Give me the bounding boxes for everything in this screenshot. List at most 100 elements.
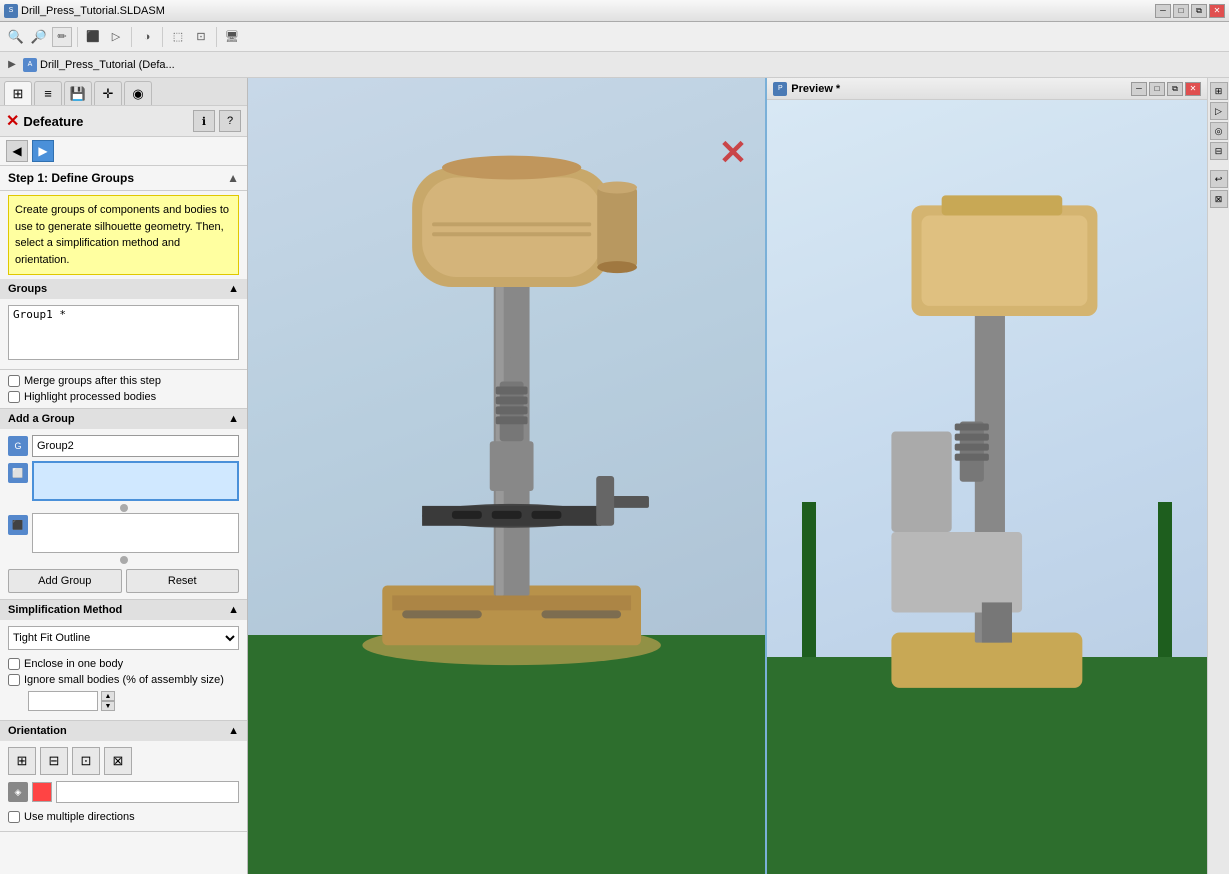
merge-checkbox-row: Merge groups after this step	[8, 373, 239, 389]
tab-feature-manager[interactable]: ⊞	[4, 81, 32, 105]
preview-maximize[interactable]: □	[1149, 82, 1165, 96]
back-btn[interactable]: ◀	[6, 140, 28, 162]
toolbar-btn-8[interactable]: ⊡	[191, 27, 211, 47]
minimize-btn[interactable]: ─	[1155, 4, 1171, 18]
simplification-collapse-icon: ▲	[228, 604, 239, 616]
preview-minimize[interactable]: ─	[1131, 82, 1147, 96]
groups-section-header[interactable]: Groups ▲	[0, 279, 247, 299]
add-group-section: Add a Group ▲ G ⬜	[0, 409, 247, 600]
tab-circle[interactable]: ◉	[124, 81, 152, 105]
simplification-label: Simplification Method	[8, 604, 122, 616]
normal-box-row: ⬛	[8, 513, 239, 553]
rs-btn-2[interactable]: ▷	[1210, 102, 1228, 120]
close-icon[interactable]: ✕	[6, 111, 19, 131]
step1-info-box: Create groups of components and bodies t…	[8, 195, 239, 275]
color-swatch[interactable]	[32, 782, 52, 802]
toolbar-btn-9[interactable]: 🖥	[222, 27, 242, 47]
toolbar-btn-5[interactable]: ▷	[106, 27, 126, 47]
percent-up-btn[interactable]: ▲	[101, 691, 115, 701]
toolbar-btn-7[interactable]: ⬚	[168, 27, 188, 47]
main-toolbar: 🔍 🔎 ✏ ⬛ ▷ ◑ ⬚ ⊡ 🖥	[0, 22, 1229, 52]
add-group-icon-2: ⬜	[8, 463, 28, 483]
highlight-checkbox[interactable]	[8, 391, 20, 403]
panel-tabs: ⊞ ≡ 💾 ✛ ◉	[0, 78, 247, 106]
group-name-input[interactable]	[32, 435, 239, 457]
multiple-directions-row: Use multiple directions	[8, 809, 239, 825]
groups-list[interactable]: Group1 *	[8, 305, 239, 360]
drag-handle-1	[8, 503, 239, 513]
assembly-icon: A	[23, 58, 37, 72]
percent-down-btn[interactable]: ▼	[101, 701, 115, 711]
orient-btn-right[interactable]: ⊡	[72, 747, 100, 775]
maximize-btn[interactable]: □	[1173, 4, 1189, 18]
simplification-content: Tight Fit Outline Enclose in one body Ig…	[0, 620, 247, 720]
orient-btn-front[interactable]: ⊞	[8, 747, 36, 775]
toolbar-btn-1[interactable]: 🔍	[6, 27, 26, 47]
preview-restore[interactable]: ⧉	[1167, 82, 1183, 96]
viewport-right	[767, 100, 1207, 874]
checkboxes-area: Merge groups after this step Highlight p…	[0, 370, 247, 409]
assembly-label: Drill_Press_Tutorial (Defa...	[40, 59, 175, 71]
toolbar-sep-4	[216, 27, 217, 47]
viewport-close-x[interactable]: ✕	[719, 133, 748, 173]
toolbar-btn-6[interactable]: ◑	[137, 27, 157, 47]
tab-properties[interactable]: ≡	[34, 81, 62, 105]
step1-description: Create groups of components and bodies t…	[15, 204, 229, 266]
add-group-icon-3: ⬛	[8, 515, 28, 535]
method-select[interactable]: Tight Fit Outline	[8, 626, 239, 650]
orient-btns-row: ⊞ ⊟ ⊡ ⊠	[8, 747, 239, 775]
enclose-checkbox[interactable]	[8, 658, 20, 670]
preview-close[interactable]: ✕	[1185, 82, 1201, 96]
percent-input[interactable]: 0.00%	[28, 691, 98, 711]
close-btn[interactable]: ✕	[1209, 4, 1225, 18]
viewport-left-bg: ✕	[248, 78, 765, 874]
groups-section-content: Group1 *	[0, 299, 247, 369]
step1-collapse-icon[interactable]: ▲	[227, 171, 239, 185]
orientation-header[interactable]: Orientation ▲	[0, 721, 247, 741]
color-input[interactable]	[56, 781, 239, 803]
add-group-header[interactable]: Add a Group ▲	[0, 409, 247, 429]
info-btn[interactable]: ℹ	[193, 110, 215, 132]
normal-selection-box[interactable]	[32, 513, 239, 553]
help-btn[interactable]: ?	[219, 110, 241, 132]
step1-label: Step 1: Define Groups	[8, 171, 134, 185]
percent-spinner: ▲ ▼	[101, 691, 115, 711]
multiple-dir-checkbox[interactable]	[8, 811, 20, 823]
restore-btn[interactable]: ⧉	[1191, 4, 1207, 18]
orientation-collapse-icon: ▲	[228, 725, 239, 737]
right-sidebar: ⊞ ▷ ◎ ⊟ ↩ ⊠	[1207, 78, 1229, 874]
simplification-section: Simplification Method ▲ Tight Fit Outlin…	[0, 600, 247, 721]
toolbar-sep-1	[77, 27, 78, 47]
preview-controls: ─ □ ⧉ ✕	[1131, 82, 1201, 96]
viewport-left: ✕	[248, 78, 767, 874]
window-controls: ─ □ ⧉ ✕	[1155, 4, 1225, 18]
rs-btn-1[interactable]: ⊞	[1210, 82, 1228, 100]
orient-btn-iso[interactable]: ⊠	[104, 747, 132, 775]
add-group-name-row: G	[8, 435, 239, 457]
main-body: ⊞ ≡ 💾 ✛ ◉ ✕ Defeature ℹ ? ◀ ▶ Step 1: De…	[0, 78, 1229, 874]
reset-btn[interactable]: Reset	[126, 569, 240, 593]
rs-btn-6[interactable]: ⊠	[1210, 190, 1228, 208]
tab-plus[interactable]: ✛	[94, 81, 122, 105]
rs-btn-4[interactable]: ⊟	[1210, 142, 1228, 160]
preview-titlebar: P Preview * ─ □ ⧉ ✕	[767, 78, 1207, 100]
orientation-label: Orientation	[8, 725, 67, 737]
toolbar-btn-2[interactable]: 🔎	[29, 27, 49, 47]
add-group-btn[interactable]: Add Group	[8, 569, 122, 593]
rs-btn-3[interactable]: ◎	[1210, 122, 1228, 140]
tree-expand-btn[interactable]: ▶	[4, 57, 20, 73]
blue-selection-box[interactable]	[32, 461, 239, 501]
preview-title: Preview *	[791, 83, 840, 95]
tab-config[interactable]: 💾	[64, 81, 92, 105]
merge-checkbox[interactable]	[8, 375, 20, 387]
orient-btn-top[interactable]: ⊟	[40, 747, 68, 775]
toolbar-btn-3[interactable]: ✏	[52, 27, 72, 47]
forward-btn[interactable]: ▶	[32, 140, 54, 162]
simplification-header[interactable]: Simplification Method ▲	[0, 600, 247, 620]
add-group-label: Add a Group	[8, 413, 75, 425]
percent-row: 0.00% ▲ ▼	[8, 688, 239, 714]
ignore-small-checkbox[interactable]	[8, 674, 20, 686]
rs-btn-5[interactable]: ↩	[1210, 170, 1228, 188]
highlight-checkbox-row: Highlight processed bodies	[8, 389, 239, 405]
toolbar-btn-4[interactable]: ⬛	[83, 27, 103, 47]
